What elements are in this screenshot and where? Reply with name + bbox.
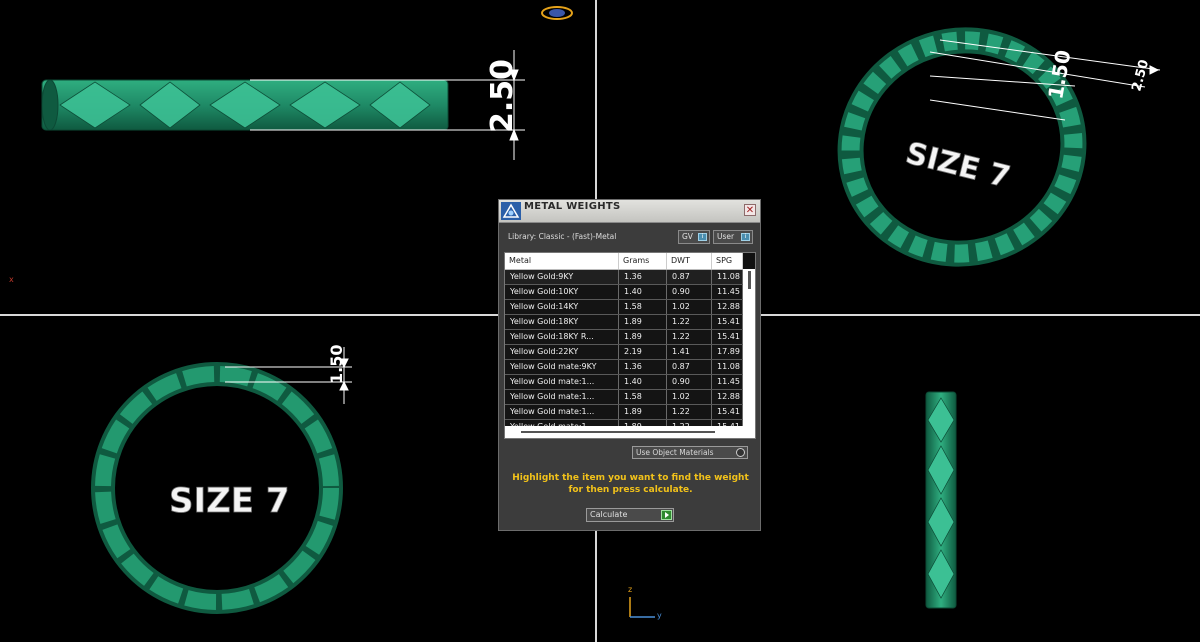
spg-cell: 11.08 [712,360,743,374]
dimension-top: 1.50 [327,345,346,384]
spg-cell: 15.41 [712,330,743,344]
dialog-title: METAL WEIGHTS [524,201,621,212]
table-header: Metal Grams DWT SPG [505,253,743,270]
app-logo-icon [501,202,521,220]
metal-cell: Yellow Gold:14KY [505,300,619,314]
metal-weights-dialog: METAL WEIGHTS ✕ Library: Classic - (Fast… [498,199,761,531]
grams-cell: 1.89 [619,315,667,329]
grams-cell: 1.89 [619,405,667,419]
grams-cell: 1.58 [619,300,667,314]
spg-cell: 15.41 [712,405,743,419]
dwt-cell: 1.22 [667,405,712,419]
dwt-cell: 1.02 [667,390,712,404]
toggle-circle-icon[interactable] [736,448,745,457]
dwt-cell: 1.02 [667,300,712,314]
vertical-scroll-thumb[interactable] [748,271,751,289]
calculate-button[interactable]: Calculate [586,508,674,522]
close-button[interactable]: ✕ [744,204,756,216]
grams-cell: 1.36 [619,270,667,284]
view-gizmo-icon[interactable] [541,6,573,20]
calculate-label: Calculate [590,510,628,519]
metal-cell: Yellow Gold mate:1... [505,405,619,419]
table-row[interactable]: Yellow Gold mate:9KY 1.36 0.87 11.08 [505,360,743,375]
ring-side-view [925,391,957,609]
table-row[interactable]: Yellow Gold:10KY 1.40 0.90 11.45 [505,285,743,300]
use-object-materials-toggle[interactable]: Use Object Materials [632,446,748,459]
gv-toggle[interactable]: GV i [678,230,710,244]
dwt-cell: 1.22 [667,315,712,329]
spg-cell: 15.41 [712,315,743,329]
table-row[interactable]: Yellow Gold:14KY 1.58 1.02 12.88 [505,300,743,315]
user-label: User [717,232,735,241]
table-row[interactable]: Yellow Gold:18KY R... 1.89 1.22 15.41 [505,330,743,345]
metal-cell: Yellow Gold:18KY [505,315,619,329]
column-header-dwt[interactable]: DWT [667,253,712,269]
user-info-icon[interactable]: i [741,233,750,241]
metal-cell: Yellow Gold:18KY R... [505,330,619,344]
table-row[interactable]: Yellow Gold:18KY 1.89 1.22 15.41 [505,315,743,330]
grams-cell: 1.89 [619,330,667,344]
spg-cell: 12.88 [712,390,743,404]
table-row[interactable]: Yellow Gold:9KY 1.36 0.87 11.08 [505,270,743,285]
spg-cell: 11.45 [712,285,743,299]
dimension-front: 2.50 [485,59,520,133]
table-row[interactable]: Yellow Gold mate:1... 1.40 0.90 11.45 [505,375,743,390]
play-arrow-icon[interactable] [661,510,672,520]
use-object-materials-label: Use Object Materials [636,448,714,457]
grams-cell: 1.40 [619,285,667,299]
grams-cell: 1.40 [619,375,667,389]
dwt-cell: 1.41 [667,345,712,359]
grams-cell: 1.36 [619,360,667,374]
spg-cell: 11.08 [712,270,743,284]
gv-info-icon[interactable]: i [698,233,707,241]
table-row[interactable]: Yellow Gold mate:1... 1.58 1.02 12.88 [505,390,743,405]
ring-front-view [41,79,449,131]
metal-cell: Yellow Gold mate:1... [505,390,619,404]
dwt-cell: 0.90 [667,285,712,299]
column-header-spg[interactable]: SPG [712,253,743,269]
size-label-perspective: SIZE 7 [902,136,1014,196]
library-label: Library: Classic - (Fast)-Metal [508,232,617,241]
metal-cell: Yellow Gold mate:1... [505,375,619,389]
dwt-cell: 0.90 [667,375,712,389]
vertical-scrollbar[interactable] [743,253,755,438]
metal-cell: Yellow Gold:9KY [505,270,619,284]
grams-cell: 2.19 [619,345,667,359]
hint-line-2: for then press calculate. [568,485,693,495]
grams-cell: 1.58 [619,390,667,404]
column-header-metal[interactable]: Metal [505,253,619,269]
scrollbar-header-cap [743,253,755,269]
dimension-perspective-b: 2.50 [1129,58,1152,93]
dialog-titlebar[interactable]: METAL WEIGHTS ✕ [499,200,760,223]
close-icon: ✕ [745,205,755,216]
column-header-grams[interactable]: Grams [619,253,667,269]
hint-line-1: Highlight the item you want to find the … [512,473,749,483]
table-row[interactable]: Yellow Gold:22KY 2.19 1.41 17.89 [505,345,743,360]
dwt-cell: 1.22 [667,330,712,344]
hint-text: Highlight the item you want to find the … [509,472,752,496]
axis-z-label: z [628,585,633,594]
metal-weights-table[interactable]: Metal Grams DWT SPG Yellow Gold:9KY 1.36… [504,252,756,439]
metal-cell: Yellow Gold mate:9KY [505,360,619,374]
axis-tripod-icon [629,597,655,618]
axis-x-label: x [9,275,14,284]
axis-y-label: y [657,611,662,620]
horizontal-scrollbar[interactable] [505,426,743,438]
gv-label: GV [682,232,693,241]
horizontal-scroll-thumb[interactable] [521,431,715,433]
spg-cell: 12.88 [712,300,743,314]
table-row[interactable]: Yellow Gold mate:1... 1.89 1.22 15.41 [505,405,743,420]
metal-cell: Yellow Gold:22KY [505,345,619,359]
spg-cell: 17.89 [712,345,743,359]
dwt-cell: 0.87 [667,360,712,374]
metal-cell: Yellow Gold:10KY [505,285,619,299]
spg-cell: 11.45 [712,375,743,389]
dwt-cell: 0.87 [667,270,712,284]
table-rows: Yellow Gold:9KY 1.36 0.87 11.08 Yellow G… [505,270,743,435]
user-toggle[interactable]: User i [713,230,753,244]
size-label-top: SIZE 7 [169,481,290,521]
